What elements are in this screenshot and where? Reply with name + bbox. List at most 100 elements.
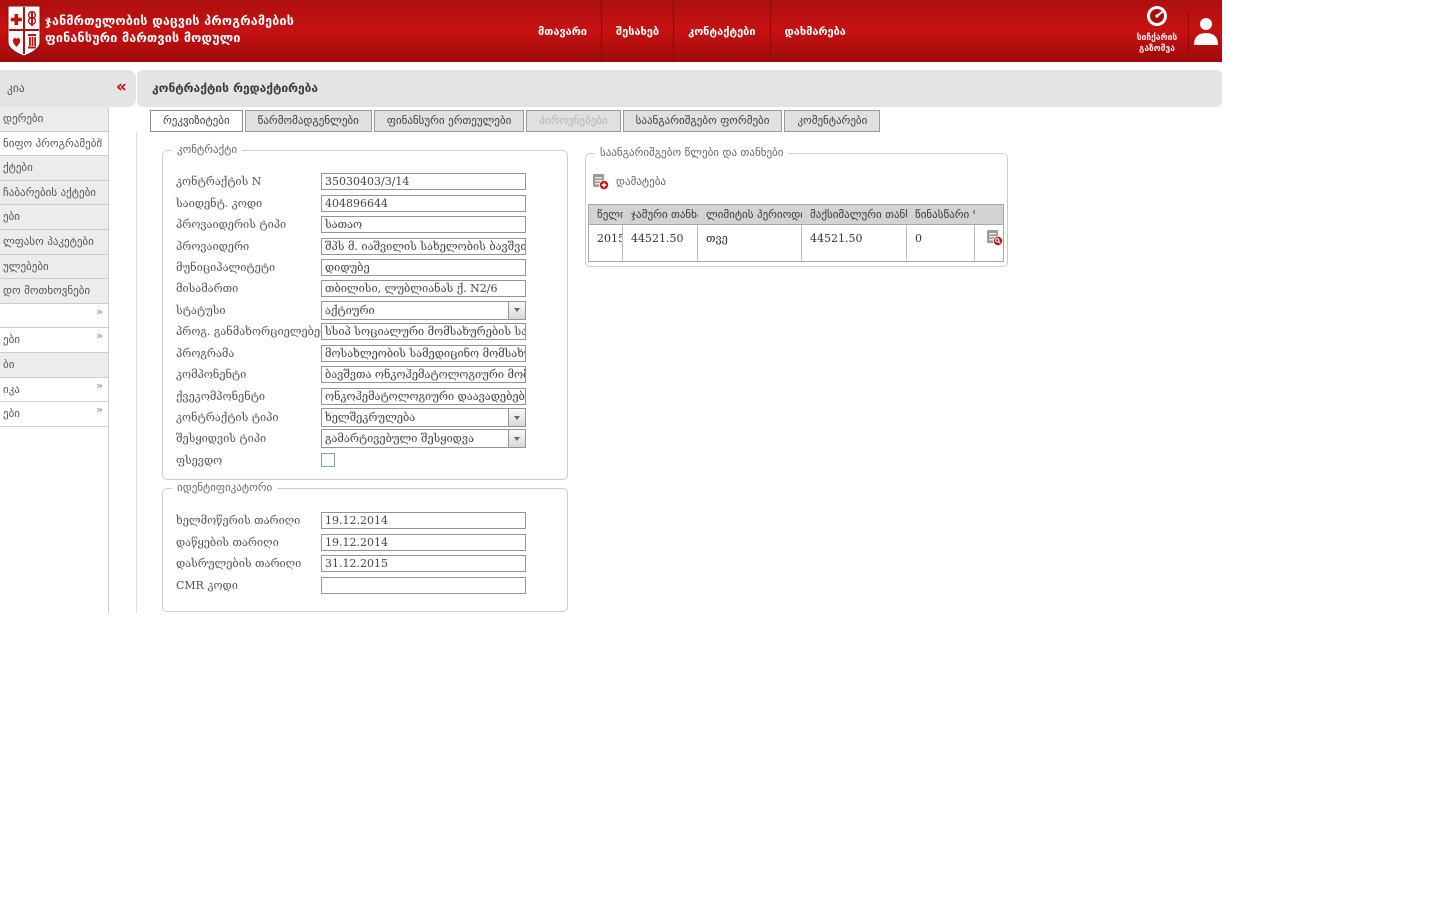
status-select[interactable]: აქტიური xyxy=(321,300,526,320)
sidebar-item[interactable]: ები xyxy=(0,205,108,230)
content-border xyxy=(136,132,137,613)
sidebar-header: კია « xyxy=(0,70,136,107)
table-cell: 44521.50 xyxy=(623,225,698,261)
identifier-fieldset-legend: იდენტიფიკატორი xyxy=(172,481,278,494)
select-value: ხელშეკრულება xyxy=(325,411,416,425)
page-title: კონტრაქტის რედაქტირება xyxy=(152,81,319,95)
user-menu-button[interactable] xyxy=(1193,15,1219,47)
field-label: კონტრაქტის ტიპი xyxy=(176,411,279,425)
nav-item[interactable]: მთავარი xyxy=(524,0,601,62)
sidebar-border xyxy=(108,107,109,613)
sidebar-item[interactable]: ლფასო პაკეტები xyxy=(0,229,108,255)
field-label: მისამართი xyxy=(176,282,239,296)
sidebar-item[interactable]: დერები xyxy=(0,107,108,132)
nav-item[interactable]: დახმარება xyxy=(769,0,860,62)
form-row: პროვაიდერის ტიპი სათაო xyxy=(163,214,567,235)
row-actions-cell xyxy=(975,225,1005,261)
field-label: საიდენტ. კოდი xyxy=(176,196,263,210)
person-icon xyxy=(1194,18,1218,45)
content-header-bar: კონტრაქტის რედაქტირება xyxy=(137,70,1222,107)
sidebar-item[interactable]: ები» xyxy=(0,402,108,427)
sidebar-item[interactable]: ნიფო პროგრამები» xyxy=(0,131,108,157)
field-label: კომპონენტი xyxy=(176,368,247,382)
ident-code-input[interactable]: 404896644 xyxy=(321,194,526,212)
contract-fieldset: კონტრაქტი კონტრაქტის N 35030403/3/14 საიდე… xyxy=(162,143,568,480)
contract-type-select[interactable]: ხელშეკრულება xyxy=(321,408,526,428)
subcomponent-input[interactable]: ონკოჰემატოლოგიური დაავადებების მქონ xyxy=(321,387,526,405)
submenu-arrow-icon: » xyxy=(96,329,103,343)
form-row: CMR კოდი xyxy=(163,574,567,595)
field-label: მუნიციპალიტეტი xyxy=(176,260,276,274)
select-value: აქტიური xyxy=(325,303,375,317)
start-date-input[interactable]: 19.12.2014 xyxy=(321,533,526,551)
georgia-health-shield-icon xyxy=(7,5,41,57)
dropdown-button[interactable] xyxy=(508,430,525,448)
field-label: პროგ. განმახორციელებელი xyxy=(176,325,321,339)
submenu-arrow-icon: » xyxy=(96,378,103,392)
tab-normal[interactable]: წარმომადგენლები xyxy=(244,110,372,132)
app-title-line1: ჯანმრთელობის დაცვის პროგრამების xyxy=(45,13,295,28)
chevron-down-icon xyxy=(514,308,520,313)
app-title-line2: ფინანსური მართვის მოდული xyxy=(45,30,241,45)
submenu-arrow-icon: » xyxy=(96,132,103,146)
purchase-type-select[interactable]: გამარტივებული შესყიდვა xyxy=(321,429,526,449)
provider-type-input[interactable]: სათაო xyxy=(321,216,526,234)
table-header-cell: მაქსიმალური თანხა xyxy=(810,208,907,221)
sidebar-item[interactable]: ბი xyxy=(0,352,108,378)
table-row: 2015 44521.50 თვე 44521.50 0 xyxy=(588,224,1004,262)
field-label: კონტრაქტის N xyxy=(176,175,262,189)
tab-normal[interactable]: კომენტარები xyxy=(784,110,881,132)
end-date-input[interactable]: 31.12.2015 xyxy=(321,555,526,573)
years-fieldset: საანგარიშგებო წლები და თანხები დამატება … xyxy=(585,146,1008,267)
form-row: ხელმოწერის თარიღი 19.12.2014 xyxy=(163,510,567,531)
field-label: ხელმოწერის თარიღი xyxy=(176,514,301,528)
form-row: დაწყების თარიღი 19.12.2014 xyxy=(163,531,567,552)
cmr-code-input[interactable] xyxy=(321,576,526,594)
field-label: ფსევდო xyxy=(176,453,223,467)
sidebar-item[interactable]: » xyxy=(0,303,108,329)
nav-item[interactable]: შესახებ xyxy=(601,0,673,62)
dropdown-button[interactable] xyxy=(508,301,525,319)
speed-test-button[interactable]: სიჩქარის გაზომვა xyxy=(1126,4,1188,60)
add-year-label: დამატება xyxy=(616,175,666,188)
provider-input[interactable]: შპს მ. იაშვილის სახელობის ბავშვთა ცენტრ xyxy=(321,237,526,255)
form-row: კონტრაქტის ტიპი ხელშეკრულება xyxy=(163,407,567,428)
sidebar-collapse-icon[interactable]: « xyxy=(116,77,127,97)
field-label: დასრულების თარიღი xyxy=(176,557,302,571)
program-input[interactable]: მოსახლეობის სამედიცინო მომსახურების xyxy=(321,344,526,362)
top-nav: მთავარი შესახებ კონტაქტები დახმარება xyxy=(524,0,860,62)
tab-normal[interactable]: ფინანსური ერთეულები xyxy=(373,110,525,132)
add-year-button[interactable]: დამატება xyxy=(592,173,666,190)
sidebar-item[interactable]: ულებები xyxy=(0,254,108,280)
form-row: მისამართი თბილისი, ლუბლიანას ქ. N2/6 xyxy=(163,278,567,299)
form-row: ქვეკომპონენტი ონკოჰემატოლოგიური დაავადებე… xyxy=(163,385,567,406)
form-row: ფსევდო xyxy=(163,450,567,471)
nav-item[interactable]: კონტაქტები xyxy=(673,0,769,62)
form-row: შესყიდვის ტიპი გამარტივებული შესყიდვა xyxy=(163,428,567,449)
table-header-cell: ჯამური თანხა xyxy=(631,208,698,221)
field-label: პროვაიდერი xyxy=(176,239,250,253)
address-input[interactable]: თბილისი, ლუბლიანას ქ. N2/6 xyxy=(321,280,526,298)
municipality-input[interactable]: დიდუბე xyxy=(321,258,526,276)
sidebar-item[interactable]: დო მოთხოვნები xyxy=(0,279,108,304)
doc-plus-icon xyxy=(593,174,609,190)
sidebar-item[interactable]: ჩაბარების აქტები xyxy=(0,180,108,206)
implementer-input[interactable]: სსიპ სოციალური მომსახურების სააგენტო xyxy=(321,323,526,341)
form-row: პროგ. განმახორციელებელისსიპ სოციალური მო… xyxy=(163,321,567,342)
component-input[interactable]: ბავშვთა ონკოჰემატოლოგიური მომსახურე xyxy=(321,366,526,384)
sidebar-item[interactable]: ები» xyxy=(0,328,108,353)
dropdown-button[interactable] xyxy=(508,409,525,427)
table-cell: 0 xyxy=(907,225,975,261)
tab-active[interactable]: რეკვიზიტები xyxy=(150,110,243,132)
form-row: დასრულების თარიღი 31.12.2015 xyxy=(163,553,567,574)
top-header-bar: ჯანმრთელობის დაცვის პროგრამების ფინანსურ… xyxy=(0,0,1222,62)
chevron-down-icon xyxy=(514,436,520,441)
sidebar-menu: დერები ნიფო პროგრამები» ქტები ჩაბარების აქტ… xyxy=(0,107,108,427)
sidebar-item[interactable]: ქტები xyxy=(0,156,108,181)
contract-number-input[interactable]: 35030403/3/14 xyxy=(321,173,526,191)
doc-magnifier-icon[interactable] xyxy=(986,229,1003,246)
sign-date-input[interactable]: 19.12.2014 xyxy=(321,512,526,530)
pseudo-checkbox[interactable] xyxy=(321,453,335,468)
sidebar-item[interactable]: იკა» xyxy=(0,377,108,403)
tab-normal[interactable]: საანგარიშგებო ფორმები xyxy=(622,110,783,132)
